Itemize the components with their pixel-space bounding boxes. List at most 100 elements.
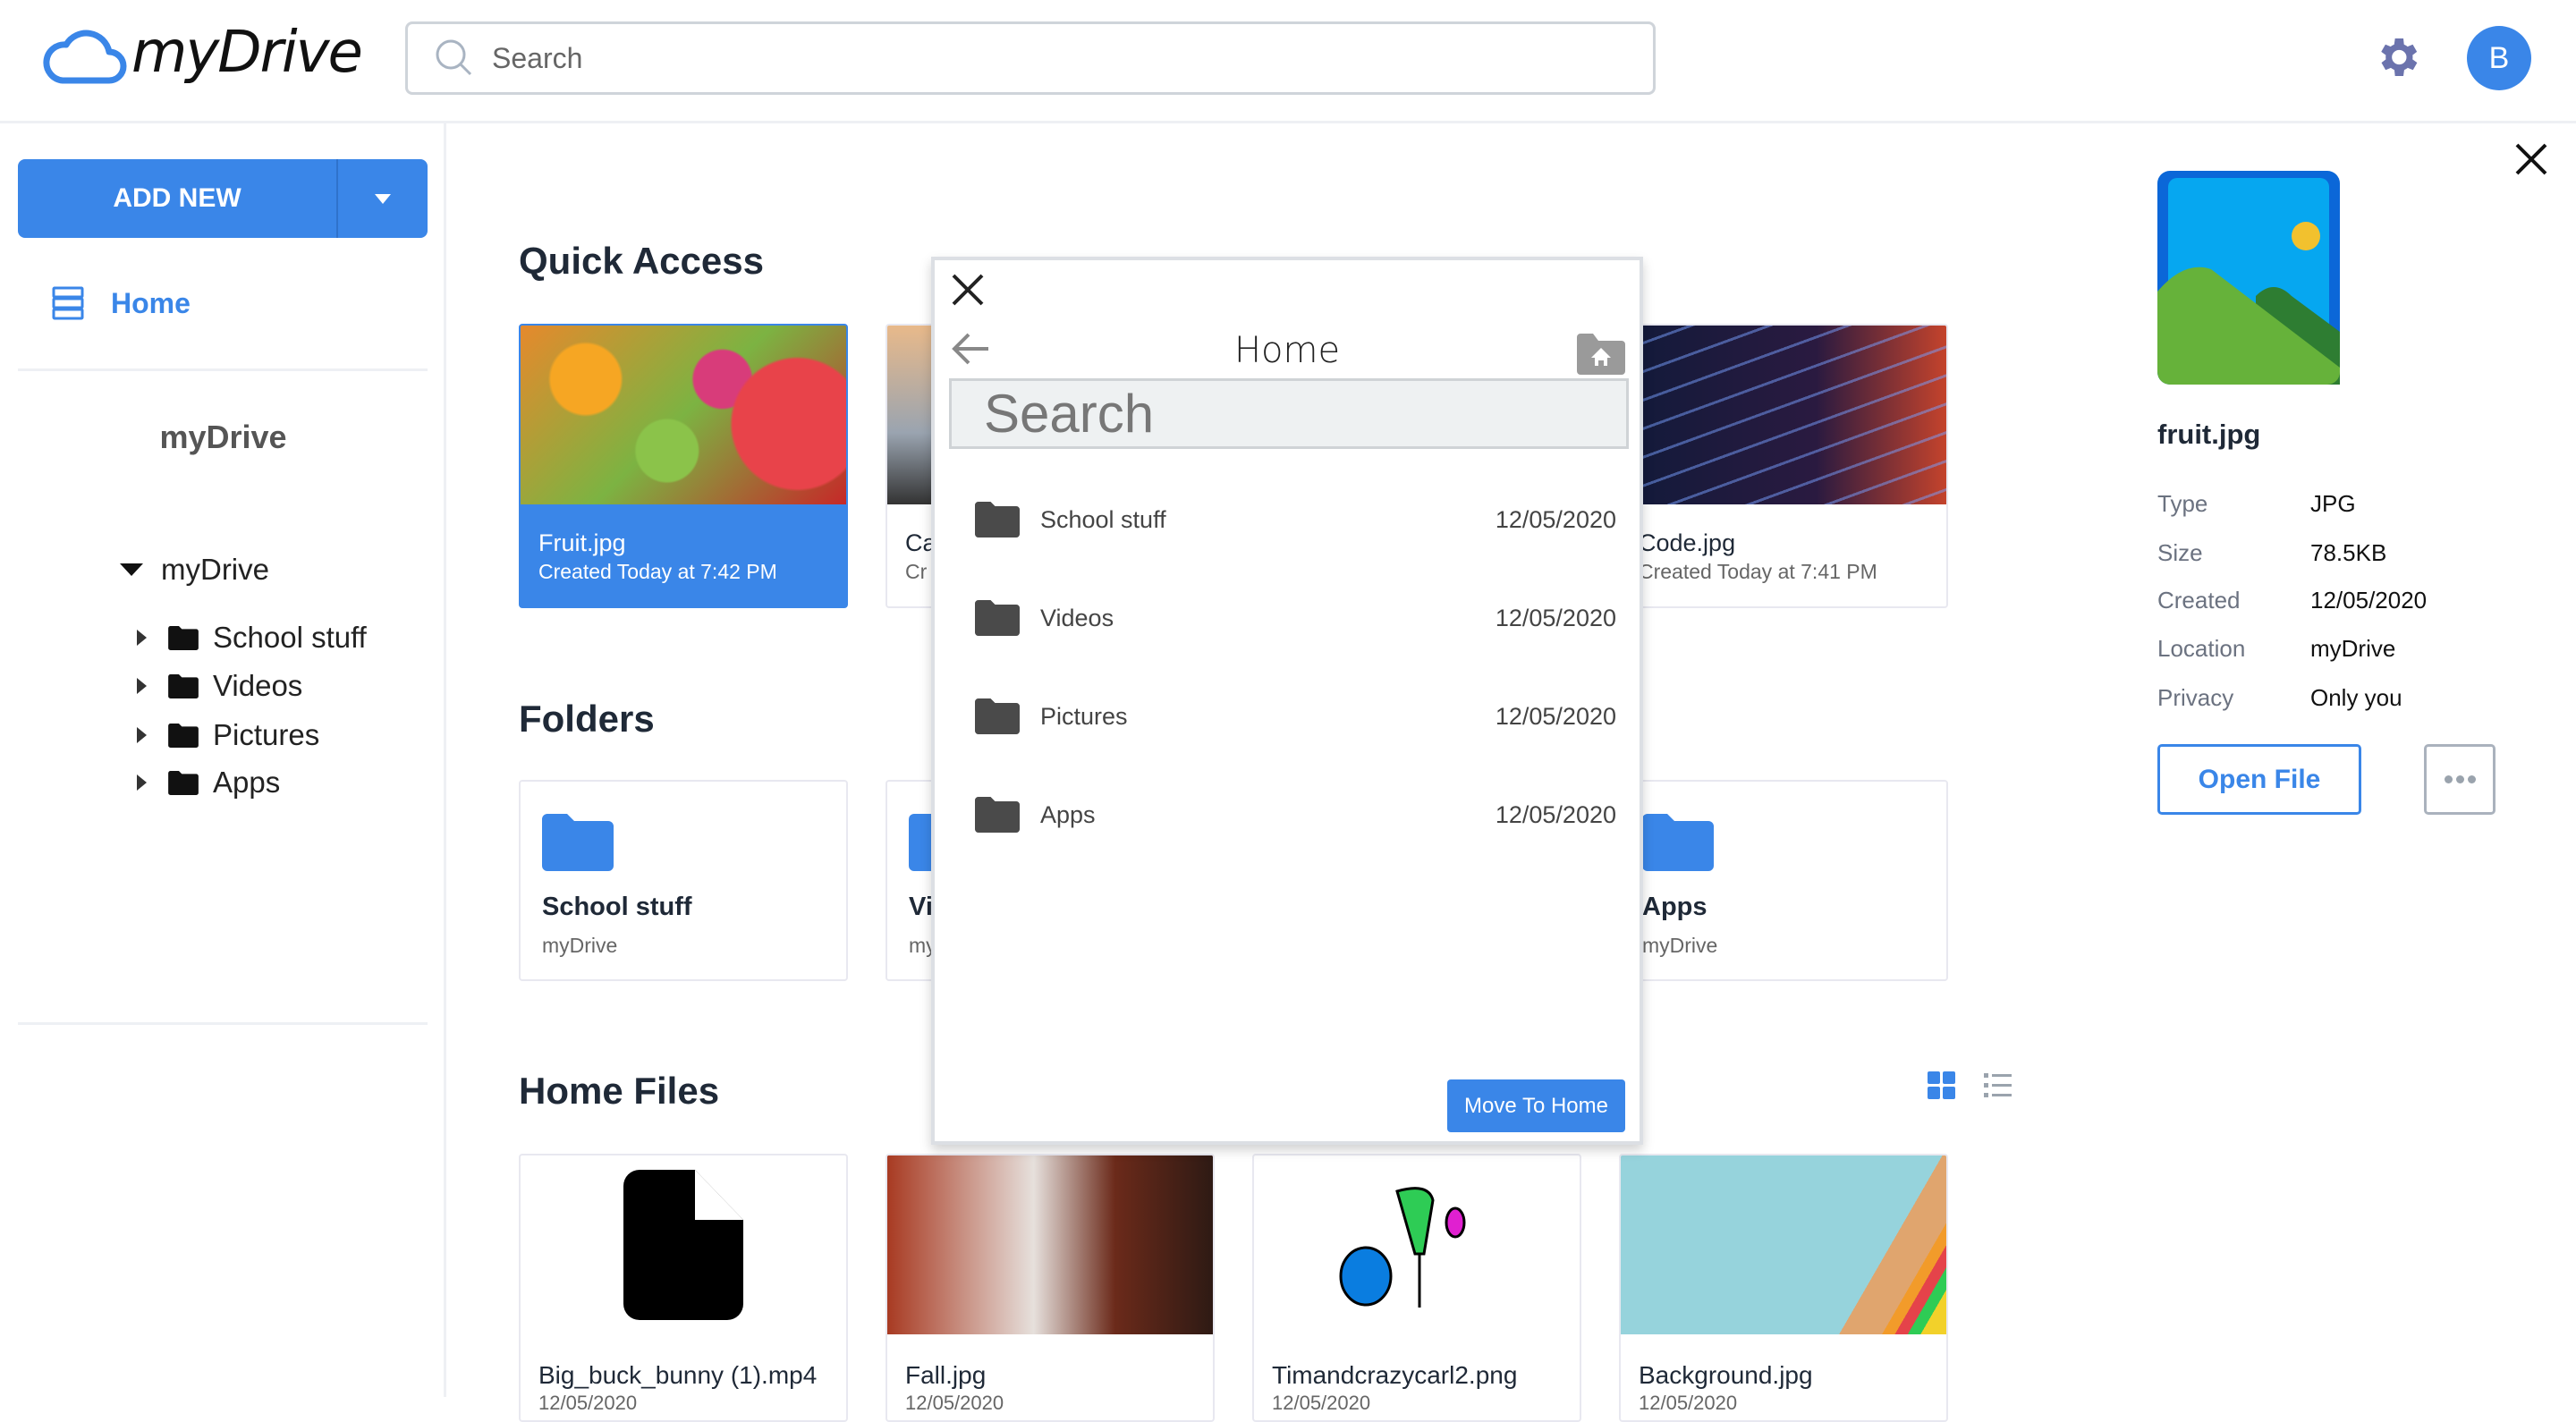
folder-row[interactable]: Apps 12/05/2020 [974, 788, 1616, 842]
sidebar-divider [18, 1022, 428, 1025]
property-value: 78.5KB [2310, 539, 2387, 566]
file-card[interactable]: Big_buck_bunny (1).mp4 12/05/2020 [519, 1154, 848, 1422]
file-name: Background.jpg [1639, 1361, 1813, 1389]
open-file-button[interactable]: Open File [2157, 744, 2361, 815]
folder-name: Vi [909, 893, 933, 921]
property-key: Type [2157, 490, 2208, 517]
card-sub: Created Today at 7:42 PM [538, 560, 777, 583]
home-label: Home [111, 286, 191, 319]
tree-item[interactable]: Apps [137, 766, 280, 800]
search-icon [436, 39, 472, 76]
caret-right-icon[interactable] [137, 727, 147, 743]
folder-name: Apps [1642, 893, 1707, 921]
property-row: Created 12/05/2020 [2157, 587, 2560, 614]
sidebar-title: myDrive [159, 419, 287, 455]
list-view-icon[interactable] [1984, 1073, 2012, 1098]
folder-icon [975, 797, 1020, 833]
code-thumbnail [1621, 326, 1946, 504]
folder-location: myDrive [1642, 934, 1718, 957]
quick-access-card[interactable]: Fruit.jpg Created Today at 7:42 PM [519, 324, 848, 608]
fall-thumbnail [887, 1155, 1213, 1334]
tree-item-label: Pictures [213, 718, 320, 751]
sidebar-item-home[interactable]: Home [52, 286, 191, 320]
tree-item-label: Videos [213, 669, 303, 702]
property-key: Created [2157, 587, 2241, 614]
folder-row-name: Pictures [1040, 702, 1128, 730]
file-card[interactable]: Fall.jpg 12/05/2020 [886, 1154, 1215, 1422]
close-icon[interactable] [951, 273, 985, 307]
property-row: Location myDrive [2157, 635, 2560, 663]
tree-item[interactable]: Videos [137, 669, 302, 703]
tree-item[interactable]: School stuff [137, 621, 367, 655]
caret-right-icon[interactable] [137, 630, 147, 646]
property-row: Privacy Only you [2157, 684, 2560, 712]
background-thumbnail [1621, 1155, 1946, 1334]
close-icon[interactable] [2515, 143, 2547, 175]
property-row: Type JPG [2157, 490, 2560, 518]
property-row: Size 78.5KB [2157, 539, 2560, 567]
card-sub: Created Today at 7:41 PM [1639, 560, 1877, 583]
file-icon [623, 1170, 743, 1320]
grid-view-icon[interactable] [1928, 1071, 1956, 1100]
folder-icon [975, 698, 1020, 734]
tree-item[interactable]: Pictures [137, 718, 319, 752]
add-new-dropdown[interactable] [338, 159, 428, 238]
more-options-button[interactable] [2424, 744, 2496, 815]
add-new-label[interactable]: ADD NEW [18, 159, 338, 238]
storage-icon [52, 286, 84, 320]
folder-card[interactable]: School stuff myDrive [519, 780, 848, 981]
move-to-home-button[interactable]: Move To Home [1447, 1079, 1625, 1132]
dot [2467, 775, 2476, 783]
quick-access-title: Quick Access [519, 240, 764, 282]
folder-icon [168, 723, 199, 748]
dialog-title: Home [1233, 330, 1341, 371]
top-header: myDrive B [0, 0, 2576, 123]
property-value: Only you [2310, 684, 2402, 711]
caret-down-icon[interactable] [120, 563, 143, 576]
folder-name: School stuff [542, 893, 692, 921]
dialog-search-input[interactable]: Search [949, 378, 1629, 449]
tree-item-label: School stuff [213, 621, 367, 654]
property-key: Size [2157, 539, 2203, 566]
file-card[interactable]: Timandcrazycarl2.png 12/05/2020 [1252, 1154, 1581, 1422]
folder-row[interactable]: Pictures 12/05/2020 [974, 690, 1616, 743]
avatar[interactable]: B [2467, 26, 2531, 90]
folder-row-name: School stuff [1040, 505, 1166, 533]
folder-row-date: 12/05/2020 [1495, 800, 1616, 828]
file-date: 12/05/2020 [538, 1392, 638, 1414]
folder-icon [975, 502, 1020, 537]
gear-icon[interactable] [2372, 32, 2422, 82]
fruit-thumbnail [521, 326, 846, 504]
folder-row-date: 12/05/2020 [1495, 505, 1616, 533]
search-input[interactable] [492, 41, 1565, 75]
property-key: Privacy [2157, 684, 2234, 711]
folder-card[interactable]: Apps myDrive [1619, 780, 1948, 981]
quick-access-card[interactable]: Code.jpg Created Today at 7:41 PM [1619, 324, 1948, 608]
add-new-button[interactable]: ADD NEW [18, 159, 428, 238]
folder-icon [975, 600, 1020, 636]
file-date: 12/05/2020 [1639, 1392, 1738, 1414]
file-name: Timandcrazycarl2.png [1272, 1361, 1518, 1389]
logo-text[interactable]: myDrive [131, 20, 363, 86]
dot [2455, 775, 2464, 783]
caret-down-icon [375, 193, 391, 204]
folder-row[interactable]: School stuff 12/05/2020 [974, 493, 1616, 546]
home-folder-icon[interactable] [1577, 334, 1625, 375]
folder-row[interactable]: Videos 12/05/2020 [974, 591, 1616, 645]
search-bar[interactable] [405, 21, 1656, 95]
drawing-thumbnail [1254, 1155, 1580, 1334]
caret-right-icon[interactable] [137, 678, 147, 694]
folder-row-name: Apps [1040, 800, 1096, 828]
card-name: Fruit.jpg [538, 529, 626, 556]
home-files-title: Home Files [519, 1070, 720, 1112]
tree-root-label: myDrive [161, 553, 269, 586]
card-name: Code.jpg [1639, 529, 1736, 556]
tree-item-label: Apps [213, 766, 281, 799]
file-name: Big_buck_bunny (1).mp4 [538, 1361, 818, 1389]
caret-right-icon[interactable] [137, 774, 147, 791]
property-value: myDrive [2310, 635, 2396, 662]
file-card[interactable]: Background.jpg 12/05/2020 [1619, 1154, 1948, 1422]
tree-root[interactable]: myDrive [120, 553, 269, 587]
folder-row-name: Videos [1040, 604, 1114, 631]
property-key: Location [2157, 635, 2246, 662]
